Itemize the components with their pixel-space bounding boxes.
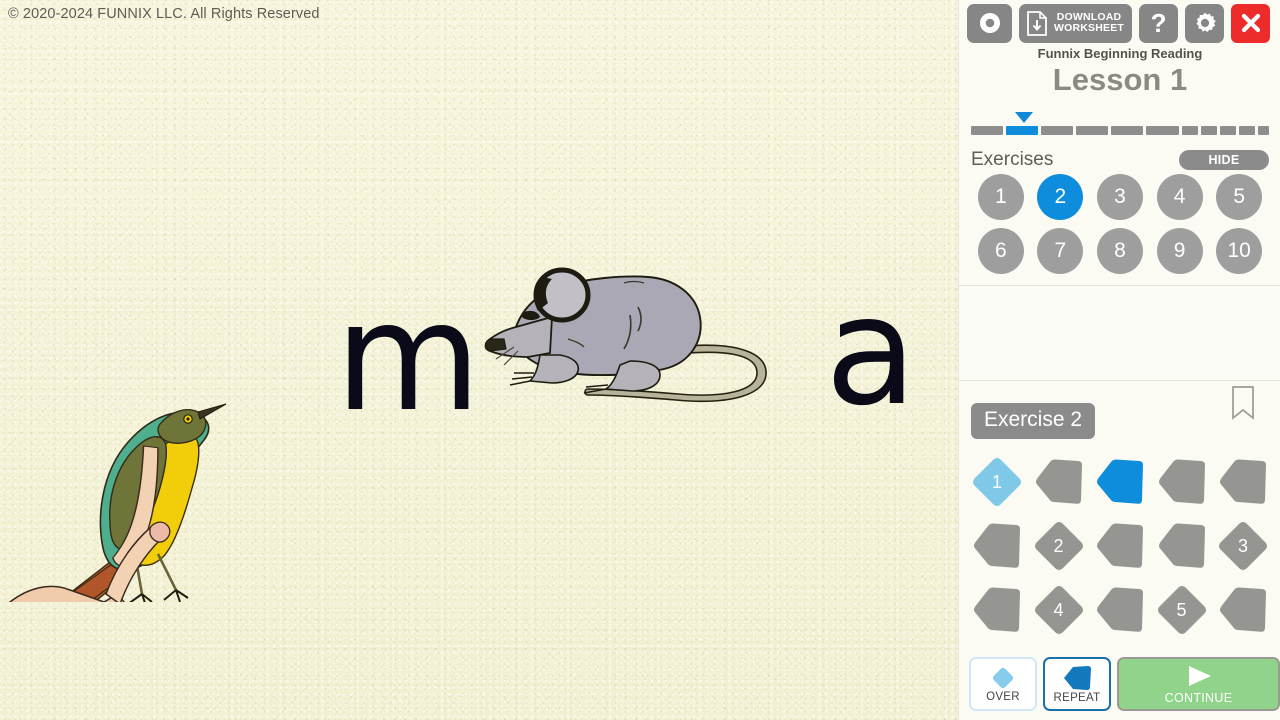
close-icon [1241,13,1260,33]
progress-segment-10[interactable] [1239,126,1256,135]
gear-icon [1195,12,1216,32]
step-label: 3 [1237,535,1248,556]
help-button[interactable]: ? [1139,3,1179,43]
arrow-left-icon [1064,666,1091,690]
lesson-progress[interactable] [971,112,1270,136]
record-button[interactable] [967,3,1012,43]
exercise-button-8[interactable]: 8 [1096,228,1143,274]
letter-m: m [335,271,481,445]
step-arrow-left-1-5[interactable] [1217,456,1269,508]
step-row-3: 45 [971,578,1269,642]
exercise-button-10[interactable]: 10 [1216,228,1263,274]
download-worksheet-button[interactable]: DOWNLOAD WORKSHEET [1019,3,1133,43]
playback-controls: OVER REPEAT CONTINUE [959,652,1280,720]
step-arrow-left-2-4[interactable] [1156,520,1208,572]
step-arrow-left-3-3[interactable] [1094,584,1146,636]
exercise-badge: Exercise 2 [971,403,1096,439]
progress-segment-1[interactable] [971,126,1004,135]
step-row-1: 1 [971,450,1269,514]
arrow-left-icon [1097,523,1143,568]
progress-segment-11[interactable] [1258,126,1270,135]
step-diamond-5[interactable]: 5 [1156,584,1208,636]
step-arrow-left-1-3[interactable] [1094,456,1146,508]
step-label: 1 [991,471,1002,492]
arrow-left-icon [1097,459,1143,504]
exercise-button-9[interactable]: 9 [1156,228,1203,274]
step-row-2: 23 [971,514,1269,578]
continue-label: CONTINUE [1164,690,1233,705]
step-label: 5 [1176,599,1187,620]
step-arrow-left-2-3[interactable] [1094,520,1146,572]
download-file-icon [1027,10,1047,36]
progress-segment-3[interactable] [1040,126,1073,135]
arrow-left-icon [1035,459,1082,504]
progress-segment-4[interactable] [1075,126,1109,135]
progress-segments[interactable] [971,126,1270,135]
arrow-left-icon [1220,459,1266,504]
exercise-number-grid[interactable]: 1 2 3 4 5 6 7 8 9 10 [971,174,1269,274]
step-arrow-left-1-2[interactable] [1033,456,1085,508]
step-label: 4 [1053,599,1064,620]
exercise-button-5[interactable]: 5 [1216,174,1263,220]
exercise-step-grid[interactable]: 12345 [971,450,1269,642]
exercise-button-3[interactable]: 3 [1096,174,1143,220]
progress-segment-2[interactable] [1006,126,1038,135]
repeat-label: REPEAT [1053,692,1101,704]
mouse-illustration [484,267,767,403]
exercise-button-7[interactable]: 7 [1037,228,1084,274]
arrow-left-icon [1158,459,1205,504]
progress-segment-5[interactable] [1111,126,1144,135]
exercises-label: Exercises [971,149,1054,170]
step-arrow-left-2-1[interactable] [971,520,1023,572]
step-diamond-4[interactable]: 4 [1033,584,1085,636]
question-mark-icon: ? [1150,7,1167,38]
exercises-header: Exercises HIDE [971,147,1269,173]
progress-marker-icon [1015,112,1034,123]
progress-segment-9[interactable] [1219,126,1237,135]
settings-button[interactable] [1185,3,1225,43]
step-diamond-1[interactable]: 1 [971,456,1023,508]
exercise-button-4[interactable]: 4 [1156,174,1203,220]
bookmark-icon[interactable] [1231,386,1255,420]
download-worksheet-label: DOWNLOAD WORKSHEET [1054,11,1125,35]
progress-segment-8[interactable] [1200,126,1217,135]
over-button[interactable]: OVER [969,657,1037,711]
arrow-left-icon [974,587,1020,632]
step-label: 2 [1053,535,1064,556]
step-diamond-3[interactable]: 3 [1217,520,1269,572]
arrow-left-icon [1220,587,1266,632]
repeat-button[interactable]: REPEAT [1043,657,1111,711]
letter-a: a [825,265,917,439]
lesson-stage: © 2020-2024 FUNNIX LLC. All Rights Reser… [0,0,958,720]
arrow-left-icon [1097,587,1143,632]
step-diamond-2[interactable]: 2 [1033,520,1085,572]
progress-segment-6[interactable] [1146,126,1179,135]
exercise-button-6[interactable]: 6 [977,228,1024,274]
arrow-left-icon [974,523,1020,568]
hide-button[interactable]: HIDE [1179,150,1269,170]
play-icon [1188,665,1211,686]
record-icon [979,13,1000,33]
step-arrow-left-3-1[interactable] [971,584,1023,636]
over-label: OVER [986,691,1020,703]
close-button[interactable] [1231,3,1271,43]
continue-button[interactable]: CONTINUE [1117,657,1280,711]
exercise-button-2[interactable]: 2 [1037,174,1084,220]
display-panel [959,285,1280,381]
course-title: Funnix Beginning Reading [1037,46,1203,61]
bird-on-finger-illustration [9,403,227,602]
lesson-sidebar: DOWNLOAD WORKSHEET ? Funnix Beginning Re… [958,0,1280,720]
sidebar-toolbar: DOWNLOAD WORKSHEET ? [959,0,1280,46]
arrow-left-icon [1158,523,1205,568]
step-arrow-left-1-4[interactable] [1156,456,1208,508]
progress-segment-7[interactable] [1181,126,1198,135]
diamond-icon [992,667,1014,689]
step-arrow-left-3-5[interactable] [1217,584,1269,636]
download-line-2: WORKSHEET [1054,22,1125,34]
copyright-notice: © 2020-2024 FUNNIX LLC. All Rights Reser… [8,6,320,22]
exercise-button-1[interactable]: 1 [977,174,1024,220]
lesson-title: Lesson 1 [1052,62,1188,97]
